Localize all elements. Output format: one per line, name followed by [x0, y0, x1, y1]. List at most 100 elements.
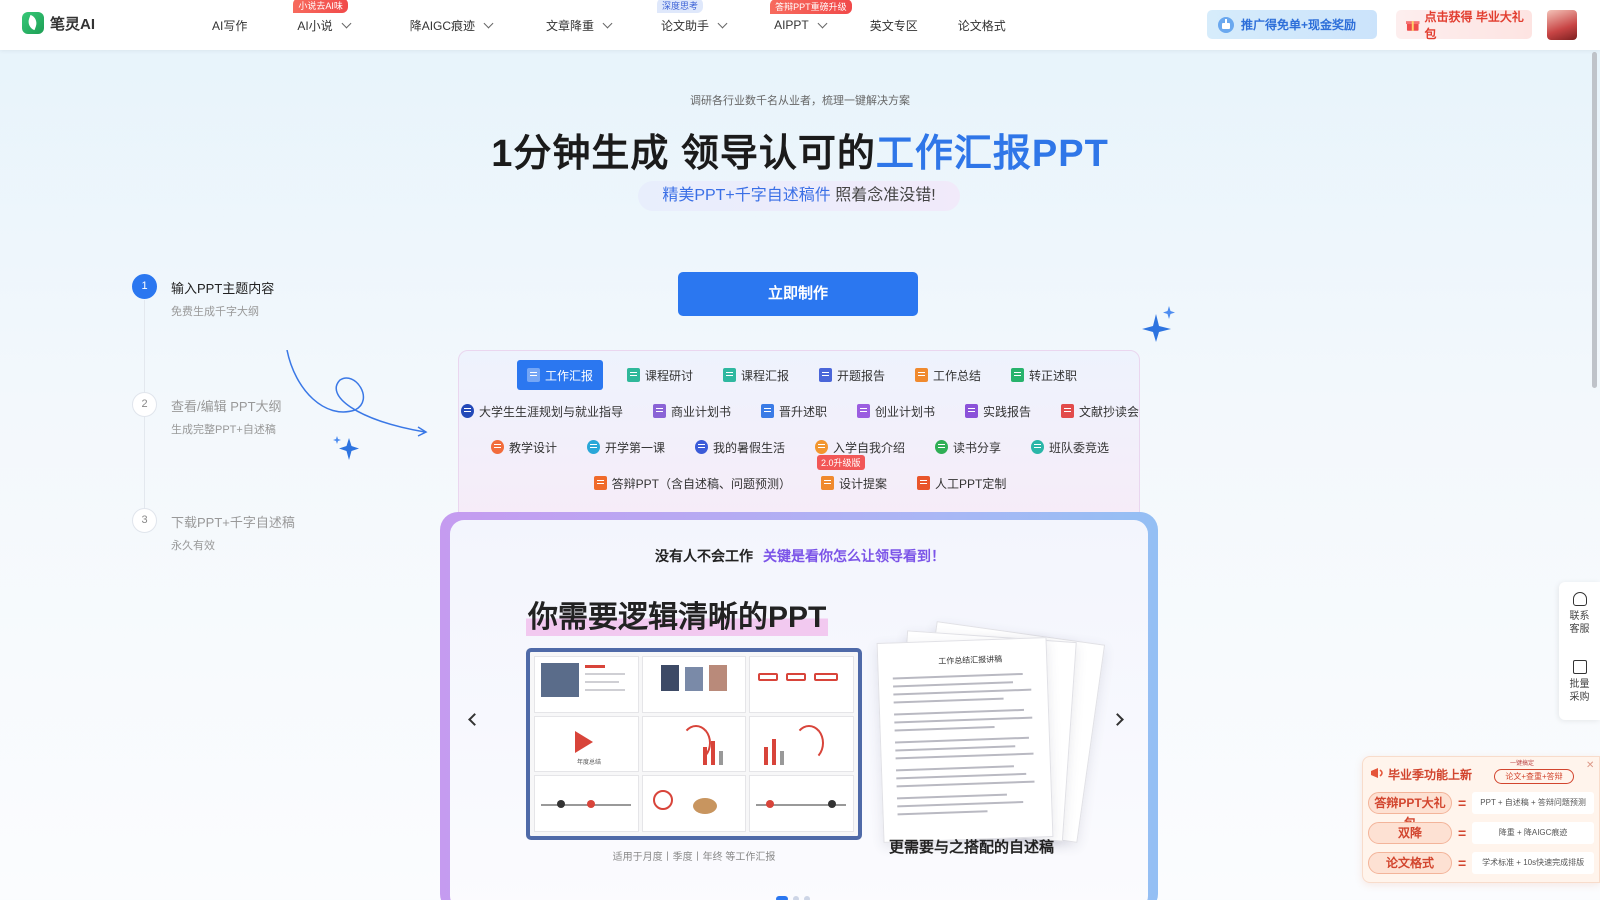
graduation-promo-pill: 论文+查重+答辩 — [1494, 769, 1574, 784]
category-label: 转正述职 — [1029, 368, 1078, 383]
carousel-next-button[interactable] — [1110, 710, 1130, 730]
category-icon — [1061, 404, 1075, 418]
category-tab[interactable]: 晋升述职 — [755, 396, 833, 426]
category-label: 人工PPT定制 — [935, 476, 1007, 491]
category-tab[interactable]: 文献抄读会 — [1055, 396, 1145, 426]
carousel-prev-button[interactable] — [464, 710, 484, 730]
referral-promo-button[interactable]: 推广得免单+现金奖励 — [1207, 10, 1377, 39]
category-row: 答辩PPT（含自述稿、问题预测） 设计提案 2.0升级版 人工PPT定制 — [459, 455, 1141, 498]
contact-support-button[interactable]: 联系 客服 — [1559, 592, 1600, 636]
nav-item-label: 降AIGC痕迹 — [409, 18, 476, 33]
bulk-purchase-label: 批量 采购 — [1569, 679, 1590, 703]
nav-item[interactable]: 英文专区 — [870, 17, 918, 34]
hero-headline: 1分钟生成 领导认可的工作汇报PPT — [0, 122, 1600, 177]
category-tab[interactable]: 设计提案 2.0升级版 — [815, 455, 893, 498]
equals-icon: = — [1458, 795, 1467, 811]
category-icon — [760, 404, 774, 418]
chevron-down-icon — [817, 18, 828, 28]
nav-item-label: 英文专区 — [869, 18, 918, 33]
slide-image — [660, 665, 679, 691]
doc-caption: 更需要与之搭配的自述稿 — [889, 839, 1055, 856]
category-tab[interactable]: 班队委竞选 — [1025, 432, 1115, 462]
carousel-dot[interactable] — [776, 896, 788, 900]
category-tab[interactable]: 转正述职 — [1005, 360, 1083, 390]
promo-row-desc: 降重 + 降AIGC痕迹 — [1472, 822, 1594, 844]
category-label: 班队委竞选 — [1049, 440, 1110, 455]
graduation-promo-row[interactable]: 答辩PPT大礼包 = PPT + 自述稿 + 答辩问题预测 — [1368, 792, 1594, 830]
category-label: 设计提案 — [838, 476, 887, 491]
category-label: 教学设计 — [508, 440, 557, 455]
graduation-gift-button[interactable]: 点击获得 毕业大礼包 — [1396, 9, 1532, 41]
promo-row-desc: 学术标准 + 10s快速完成排版 — [1472, 852, 1594, 874]
chevron-right-icon — [1111, 713, 1124, 726]
category-tab[interactable]: 商业计划书 — [647, 396, 737, 426]
category-tab[interactable]: 课程研讨 — [621, 360, 699, 390]
category-icon — [819, 368, 832, 382]
slide-thumbnail — [641, 715, 747, 773]
category-icon — [490, 440, 504, 454]
carousel-dot[interactable] — [804, 896, 810, 900]
promo-row-tag: 双降 — [1368, 822, 1452, 844]
play-icon — [575, 730, 593, 753]
nav-item-label: AI写作 — [212, 18, 248, 33]
category-tab[interactable]: 工作汇报 — [516, 360, 603, 390]
graduation-promo-row[interactable]: 双降 = 降重 + 降AIGC痕迹 — [1368, 822, 1594, 844]
hero-subtitle: 调研各行业数千名从业者，梳理一键解决方案 — [690, 95, 910, 107]
nav-item[interactable]: AI小说 小说去AI味 — [293, 0, 352, 34]
category-tab[interactable]: 教学设计 — [485, 432, 563, 462]
category-icon — [935, 440, 949, 454]
category-tab[interactable]: 课程汇报 — [717, 360, 795, 390]
nav-item[interactable]: AI写作 — [212, 17, 247, 34]
category-tab[interactable]: 大学生生涯规划与就业指导 — [455, 396, 629, 426]
step-text: 输入PPT主题内容 免费生成千字大纲 — [171, 274, 274, 319]
category-icon — [694, 440, 708, 454]
nav-item[interactable]: 论文格式 — [958, 17, 1006, 34]
logo-mark-icon — [22, 12, 44, 34]
nav-item[interactable]: 文章降重 — [546, 17, 613, 34]
category-icon — [1031, 440, 1045, 454]
category-tab[interactable]: 开题报告 — [813, 360, 891, 390]
user-avatar[interactable] — [1547, 10, 1577, 40]
category-tab[interactable]: 开学第一课 — [581, 432, 671, 462]
graduation-gift-label: 点击获得 毕业大礼包 — [1424, 9, 1524, 41]
slide-image — [708, 665, 727, 691]
category-label: 读书分享 — [953, 440, 1002, 455]
slide-thumbnail — [534, 775, 639, 832]
category-tab[interactable]: 读书分享 — [929, 432, 1007, 462]
category-icon — [652, 404, 666, 418]
logo[interactable]: 笔灵AI — [22, 12, 95, 34]
close-icon[interactable]: ✕ — [1586, 760, 1594, 771]
carousel-dot[interactable] — [793, 896, 799, 900]
nav-item[interactable]: 论文助手 深度思考 — [657, 0, 728, 34]
nav-item-label: AIPPT — [774, 18, 809, 32]
slide-thumbnail — [749, 715, 854, 773]
create-now-button[interactable]: 立即制作 — [678, 272, 918, 316]
category-tab[interactable]: 人工PPT定制 — [911, 468, 1012, 498]
category-tab[interactable]: 工作总结 — [909, 360, 987, 390]
nav-item[interactable]: 降AIGC痕迹 — [409, 17, 494, 34]
category-tab[interactable]: 我的暑假生活 — [689, 432, 791, 462]
promo-row-tag: 论文格式 — [1368, 852, 1452, 874]
category-icon — [626, 368, 640, 382]
step-item: 2 查看/编辑 PPT大纲 生成完整PPT+自述稿 — [132, 392, 282, 437]
nav-item-label: 论文格式 — [957, 18, 1006, 33]
side-toolbar: 联系 客服 批量 采购 — [1559, 582, 1600, 720]
category-label: 工作汇报 — [544, 368, 593, 383]
category-icon — [526, 368, 540, 382]
category-label: 文献抄读会 — [1079, 404, 1140, 419]
graduation-promo-row[interactable]: 论文格式 = 学术标准 + 10s快速完成排版 — [1368, 852, 1594, 874]
category-icon — [857, 404, 870, 418]
nav-item[interactable]: AIPPT 答辩PPT重磅升级 — [770, 0, 852, 32]
referral-promo-label: 推广得免单+现金奖励 — [1241, 18, 1357, 32]
chevron-down-icon — [602, 18, 613, 28]
category-tab[interactable]: 实践报告 — [959, 396, 1037, 426]
category-icon — [815, 440, 828, 454]
category-tab[interactable]: 答辩PPT（含自述稿、问题预测） — [588, 468, 797, 498]
category-tab[interactable]: 创业计划书 — [851, 396, 941, 426]
bulk-purchase-button[interactable]: 批量 采购 — [1559, 660, 1600, 704]
slide-image — [684, 667, 703, 691]
briefcase-icon — [1572, 660, 1587, 674]
category-row: 大学生生涯规划与就业指导 商业计划书 晋升述职 创业计划书 实践报告 文献抄读会 — [459, 396, 1141, 426]
category-label: 我的暑假生活 — [712, 440, 785, 455]
headline-highlight: 工作汇报 — [875, 133, 1032, 175]
